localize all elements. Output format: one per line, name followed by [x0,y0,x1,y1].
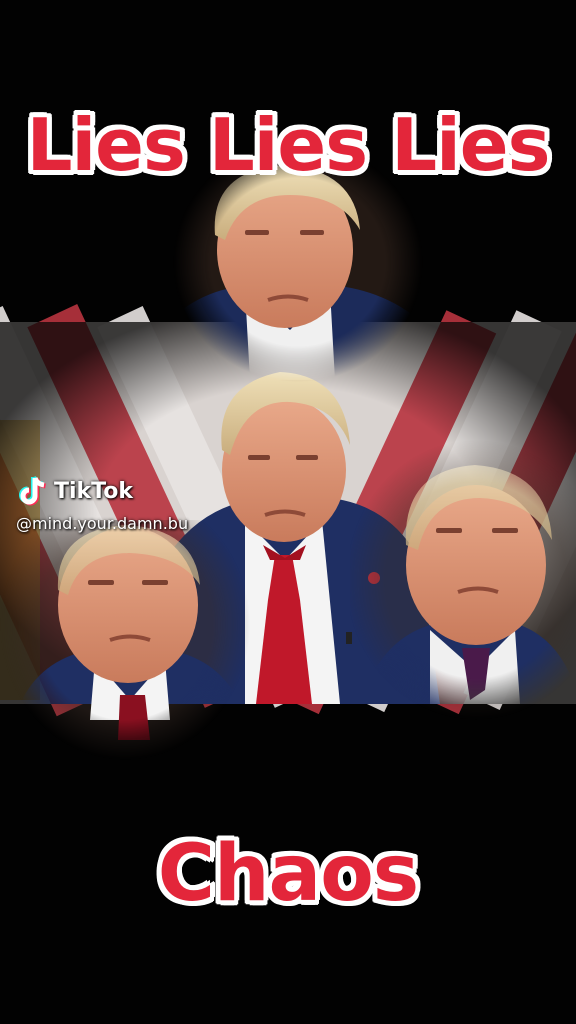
caption-bottom: Chaos [157,829,419,919]
creator-handle: @mind.your.damn.bu [16,514,189,533]
tiktok-watermark: TikTok @mind.your.damn.bu [16,474,188,533]
right-figure [350,440,576,720]
video-frame[interactable]: Lies Lies Lies Chaos TikTok @mind.your.d… [0,0,576,1024]
caption-top: Lies Lies Lies [26,103,551,187]
left-figure [0,520,250,760]
tiktok-note-icon [16,474,50,508]
tiktok-brand-label: TikTok [54,478,134,504]
